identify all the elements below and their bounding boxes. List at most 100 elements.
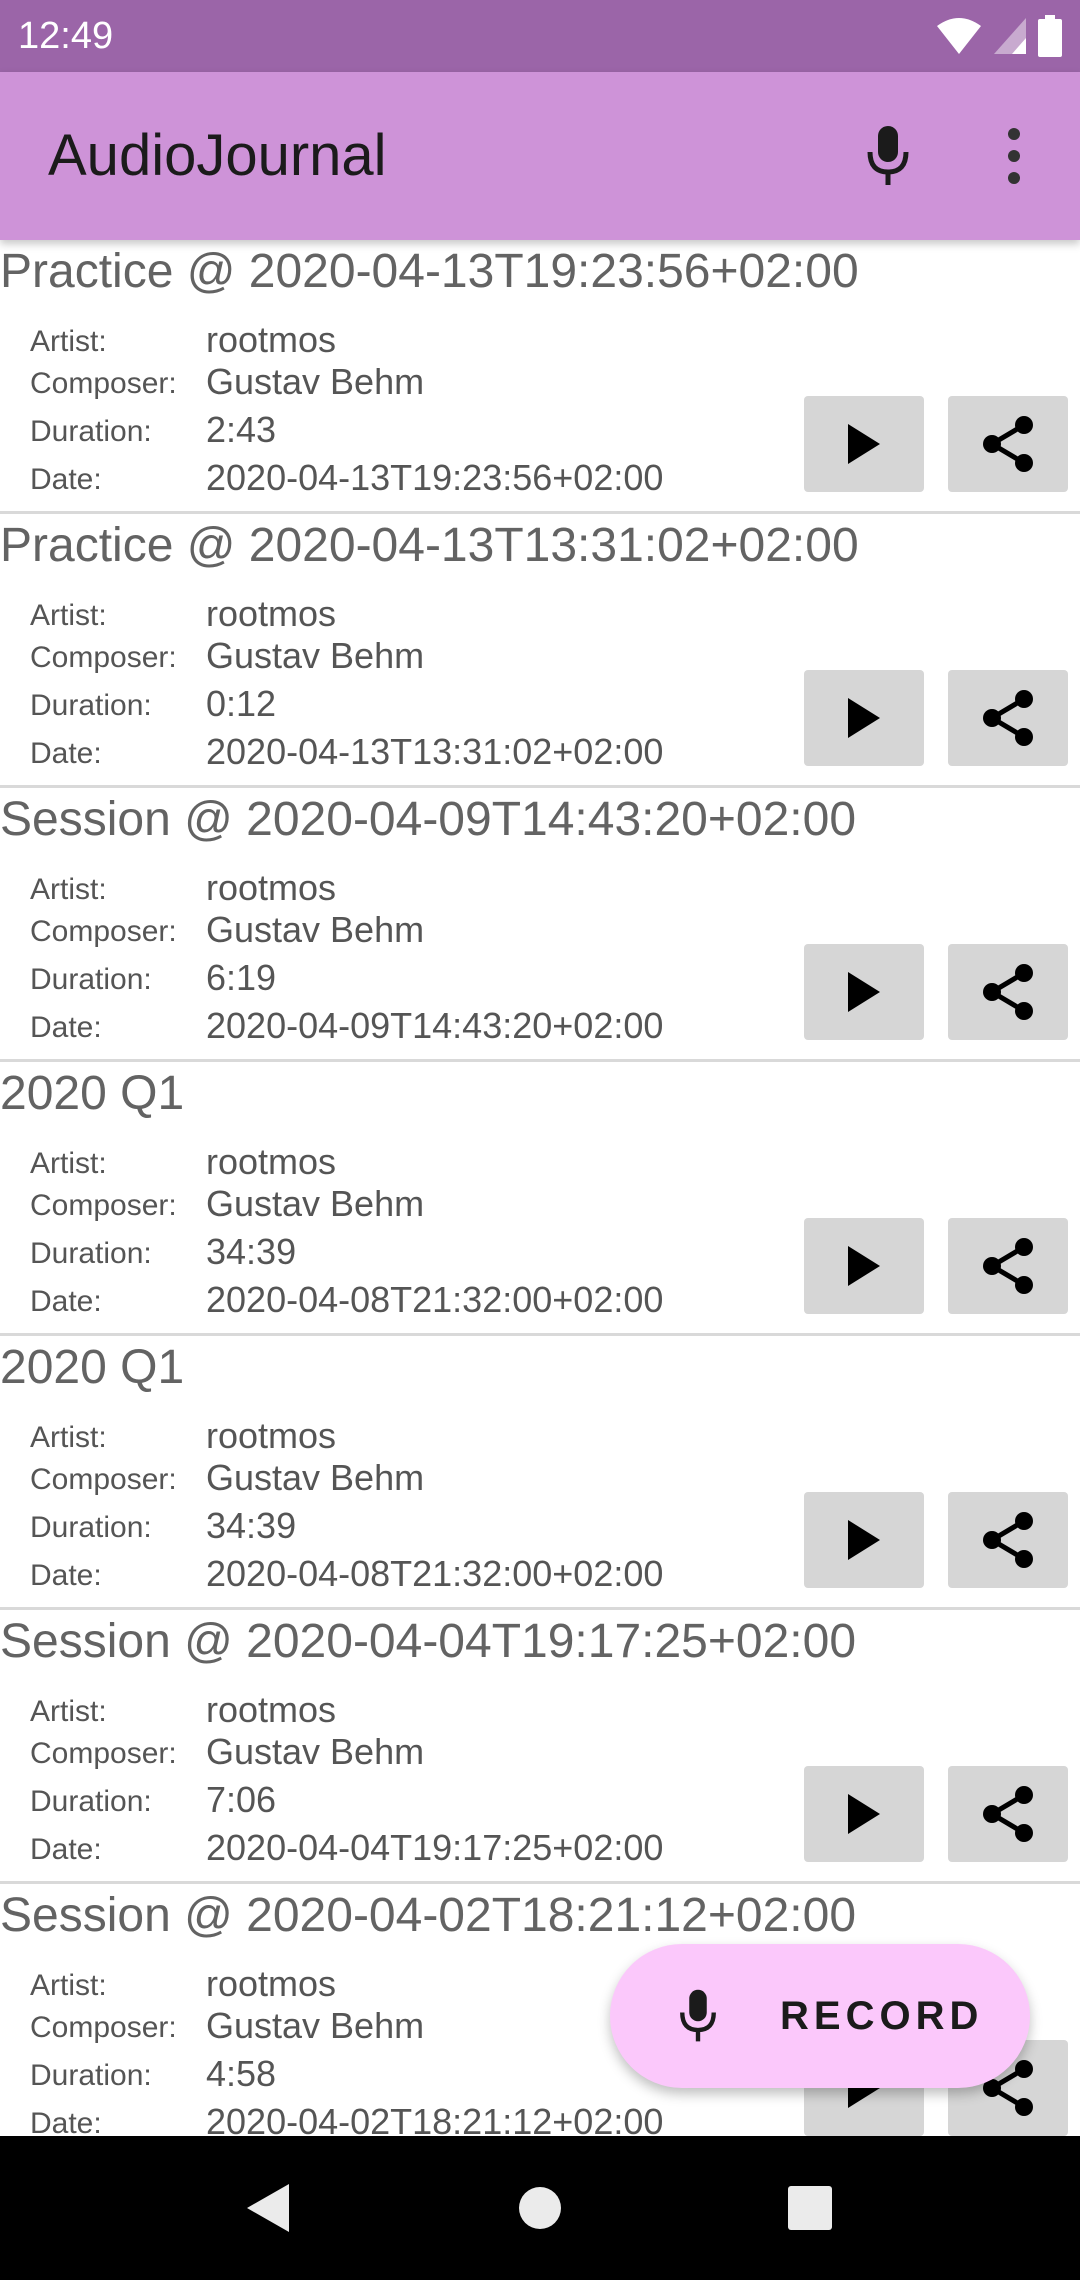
recording-title: 2020 Q1	[0, 1067, 185, 1120]
composer-value: Gustav Behm	[206, 909, 425, 950]
list-item: Session @ 2020-04-09T14:43:20+02:00 Arti…	[0, 788, 1080, 1062]
home-icon	[519, 2187, 561, 2229]
status-icons	[936, 14, 1062, 58]
play-icon	[848, 424, 880, 464]
duration-value: 4:58	[206, 2053, 277, 2094]
play-button[interactable]	[804, 1766, 924, 1862]
duration-value: 34:39	[206, 1505, 297, 1546]
composer-value: Gustav Behm	[206, 361, 425, 402]
composer-label: Composer:	[30, 915, 177, 948]
status-bar: 12:49	[0, 0, 1080, 72]
share-button[interactable]	[948, 396, 1068, 492]
duration-value: 2:43	[206, 409, 277, 450]
composer-value: Gustav Behm	[206, 1183, 425, 1224]
artist-label: Artist:	[30, 1695, 107, 1728]
app-title: AudioJournal	[48, 123, 387, 188]
record-action-button[interactable]	[840, 108, 936, 204]
share-icon	[983, 1786, 1033, 1842]
composer-label: Composer:	[30, 367, 177, 400]
duration-label: Duration:	[30, 415, 152, 448]
share-icon	[983, 1512, 1033, 1568]
artist-value: rootmos	[206, 1689, 337, 1730]
play-button[interactable]	[804, 1492, 924, 1588]
date-label: Date:	[30, 1559, 102, 1592]
more-options-button[interactable]	[966, 108, 1062, 204]
date-value: 2020-04-08T21:32:00+02:00	[206, 1279, 664, 1320]
signal-icon	[994, 18, 1026, 54]
duration-label: Duration:	[30, 689, 152, 722]
date-value: 2020-04-09T14:43:20+02:00	[206, 1005, 664, 1046]
recents-button[interactable]	[774, 2172, 846, 2244]
recording-title: Practice @ 2020-04-13T13:31:02+02:00	[0, 519, 859, 572]
composer-label: Composer:	[30, 1189, 177, 1222]
share-button[interactable]	[948, 670, 1068, 766]
share-icon	[983, 1238, 1033, 1294]
artist-value: rootmos	[206, 867, 337, 908]
artist-label: Artist:	[30, 325, 107, 358]
duration-label: Duration:	[30, 2059, 152, 2092]
date-label: Date:	[30, 1833, 102, 1866]
recording-title: Session @ 2020-04-09T14:43:20+02:00	[0, 793, 857, 846]
date-label: Date:	[30, 1011, 102, 1044]
recording-title: Session @ 2020-04-02T18:21:12+02:00	[0, 1889, 857, 1942]
composer-label: Composer:	[30, 1737, 177, 1770]
date-value: 2020-04-13T19:23:56+02:00	[206, 457, 664, 498]
artist-label: Artist:	[30, 1421, 107, 1454]
artist-value: rootmos	[206, 1963, 337, 2004]
composer-label: Composer:	[30, 641, 177, 674]
recording-title: 2020 Q1	[0, 1341, 185, 1394]
duration-label: Duration:	[30, 1785, 152, 1818]
home-button[interactable]	[504, 2172, 576, 2244]
share-button[interactable]	[948, 1492, 1068, 1588]
play-button[interactable]	[804, 1218, 924, 1314]
share-icon	[983, 416, 1033, 472]
play-button[interactable]	[804, 670, 924, 766]
date-value: 2020-04-02T18:21:12+02:00	[206, 2101, 664, 2136]
duration-label: Duration:	[30, 1511, 152, 1544]
artist-value: rootmos	[206, 593, 337, 634]
play-button[interactable]	[804, 396, 924, 492]
record-fab[interactable]: RECORD	[610, 1944, 1030, 2088]
artist-label: Artist:	[30, 1969, 107, 2002]
record-label: RECORD	[780, 1994, 984, 2038]
play-icon	[848, 972, 880, 1012]
duration-label: Duration:	[30, 963, 152, 996]
list-item: Practice @ 2020-04-13T13:31:02+02:00 Art…	[0, 514, 1080, 788]
composer-label: Composer:	[30, 2011, 177, 2044]
list-item: 2020 Q1 Artist: rootmos Composer: Gustav B…	[0, 1062, 1080, 1336]
play-icon	[848, 698, 880, 738]
share-button[interactable]	[948, 1218, 1068, 1314]
date-label: Date:	[30, 2107, 102, 2136]
share-button[interactable]	[948, 944, 1068, 1040]
date-value: 2020-04-13T13:31:02+02:00	[206, 731, 664, 772]
share-icon	[983, 690, 1033, 746]
date-label: Date:	[30, 463, 102, 496]
share-button[interactable]	[948, 1766, 1068, 1862]
battery-icon	[1038, 15, 1062, 57]
duration-label: Duration:	[30, 1237, 152, 1270]
recording-title: Session @ 2020-04-04T19:17:25+02:00	[0, 1615, 857, 1668]
back-icon	[247, 2184, 289, 2232]
artist-label: Artist:	[30, 873, 107, 906]
navigation-bar	[0, 2136, 1080, 2280]
play-icon	[848, 1794, 880, 1834]
duration-value: 6:19	[206, 957, 277, 998]
mic-icon	[680, 1989, 716, 2042]
composer-value: Gustav Behm	[206, 635, 425, 676]
share-icon	[983, 964, 1033, 1020]
list-item: Practice @ 2020-04-13T19:23:56+02:00 Art…	[0, 240, 1080, 514]
list-item: Session @ 2020-04-04T19:17:25+02:00 Arti…	[0, 1610, 1080, 1884]
app-bar: AudioJournal	[0, 72, 1080, 240]
mic-icon	[867, 126, 909, 185]
artist-label: Artist:	[30, 1147, 107, 1180]
play-button[interactable]	[804, 944, 924, 1040]
back-button[interactable]	[232, 2172, 304, 2244]
duration-value: 0:12	[206, 683, 277, 724]
play-icon	[848, 1246, 880, 1286]
status-time: 12:49	[18, 15, 114, 57]
composer-value: Gustav Behm	[206, 1731, 425, 1772]
recents-icon	[788, 2186, 832, 2230]
artist-value: rootmos	[206, 319, 337, 360]
recordings-list[interactable]: Practice @ 2020-04-13T19:23:56+02:00 Art…	[0, 240, 1080, 2136]
wifi-icon	[937, 18, 981, 54]
